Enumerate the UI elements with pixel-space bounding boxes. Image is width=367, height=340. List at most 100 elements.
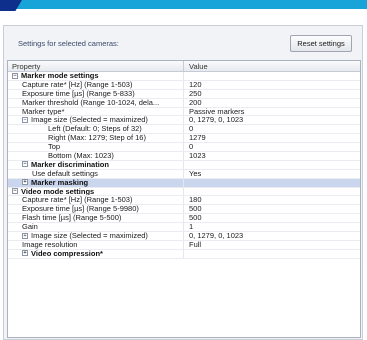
property-value[interactable]: 1279 — [184, 134, 360, 142]
property-row[interactable]: Marker type* Passive markers — [8, 107, 360, 117]
property-grid: Property Value − Marker mode settings Capt… — [7, 60, 361, 338]
panel-header: Settings for selected cameras: Reset set… — [4, 26, 362, 60]
category-row[interactable]: − Marker mode settings — [8, 72, 360, 81]
property-row[interactable]: Right (Max: 1279; Step of 16) 1279 — [8, 134, 360, 144]
property-label: Marker threshold (Range 10-1024, dela... — [22, 98, 160, 107]
property-label: Capture rate* [Hz] (Range 1-503) — [22, 196, 133, 205]
camera-settings-panel: Settings for selected cameras: Reset set… — [3, 25, 363, 340]
property-value[interactable]: 1023 — [184, 152, 360, 160]
property-cell: − Image size (Selected = maximized) — [8, 116, 184, 125]
collapse-icon[interactable]: − — [12, 72, 18, 79]
property-value — [184, 250, 360, 258]
property-label: Image size (Selected = maximized) — [31, 116, 148, 125]
property-row[interactable]: Use default settings Yes — [8, 169, 360, 179]
property-value[interactable]: 200 — [184, 99, 360, 107]
property-row[interactable]: Exposure time [µs] (Range 5-9980) 500 — [8, 205, 360, 215]
property-cell: Image resolution — [8, 240, 184, 249]
property-cell: Marker threshold (Range 10-1024, dela... — [8, 98, 184, 107]
property-value[interactable]: 1 — [184, 223, 360, 231]
property-label: Gain — [22, 223, 38, 232]
property-label: Marker mode settings — [21, 72, 99, 80]
property-row[interactable]: Capture rate* [Hz] (Range 1-503) 120 — [8, 80, 360, 90]
property-row[interactable]: Top 0 — [8, 143, 360, 153]
property-label: Bottom (Max: 1023) — [48, 152, 114, 160]
property-label: Marker discrimination — [31, 160, 109, 169]
expand-icon[interactable]: + — [22, 232, 28, 239]
property-value — [184, 161, 360, 169]
property-label: Right (Max: 1279; Step of 16) — [48, 134, 146, 143]
property-label: Image size (Selected = maximized) — [31, 232, 148, 240]
property-label: Left (Default: 0; Steps of 32) — [48, 125, 142, 134]
collapse-icon[interactable]: − — [12, 188, 18, 195]
property-row[interactable]: Flash time [µs] (Range 5-500) 500 — [8, 214, 360, 224]
property-cell: + Video compression* — [8, 249, 184, 258]
property-cell: − Video mode settings — [8, 187, 184, 196]
collapse-icon[interactable]: − — [22, 161, 28, 168]
property-row[interactable]: Bottom (Max: 1023) 1023 — [8, 152, 360, 161]
property-cell: Top — [8, 143, 184, 152]
property-label: Use default settings — [32, 169, 98, 178]
property-value[interactable]: 500 — [184, 214, 360, 222]
property-row[interactable]: − Image size (Selected = maximized) 0, 127… — [8, 116, 360, 126]
value-column-header[interactable]: Value — [184, 61, 360, 71]
property-value — [184, 178, 360, 187]
property-cell: Right (Max: 1279; Step of 16) — [8, 134, 184, 143]
property-label: Video compression* — [31, 249, 103, 258]
category-row[interactable]: − Marker discrimination — [8, 160, 360, 170]
property-row[interactable]: Marker threshold (Range 10-1024, dela...… — [8, 98, 360, 108]
property-value[interactable]: 0 — [184, 143, 360, 151]
property-label: Video mode settings — [21, 187, 95, 196]
property-cell: Bottom (Max: 1023) — [8, 152, 184, 160]
property-cell: Marker type* — [8, 107, 184, 116]
property-label: Flash time [µs] (Range 5-500) — [22, 214, 122, 223]
property-value[interactable]: Full — [184, 241, 360, 249]
property-label: Marker masking — [31, 178, 89, 187]
property-cell: Exposure time [µs] (Range 5-833) — [8, 89, 184, 98]
property-label: Top — [48, 143, 61, 152]
property-row[interactable]: Capture rate* [Hz] (Range 1-503) 180 — [8, 196, 360, 206]
property-cell: + Image size (Selected = maximized) — [8, 232, 184, 240]
property-value[interactable]: 500 — [184, 205, 360, 213]
property-row[interactable]: Gain 1 — [8, 223, 360, 233]
category-row[interactable]: − Video mode settings — [8, 187, 360, 197]
property-label: Image resolution — [22, 240, 78, 249]
property-value — [184, 188, 360, 196]
property-cell: Use default settings — [8, 169, 184, 178]
property-column-header[interactable]: Property — [8, 61, 184, 71]
property-label: Marker type* — [22, 107, 65, 116]
property-value[interactable]: 250 — [184, 90, 360, 98]
property-value[interactable]: Passive markers — [184, 108, 360, 116]
property-cell: + Marker masking — [8, 178, 184, 187]
property-label: Capture rate* [Hz] (Range 1-503) — [22, 80, 133, 89]
property-cell: Exposure time [µs] (Range 5-9980) — [8, 205, 184, 214]
category-row[interactable]: + Marker masking — [8, 178, 360, 188]
tab-accent — [0, 0, 22, 11]
grid-header: Property Value — [8, 61, 360, 72]
property-cell: Capture rate* [Hz] (Range 1-503) — [8, 80, 184, 89]
reset-settings-button[interactable]: Reset settings — [290, 35, 352, 52]
expand-icon[interactable]: + — [22, 179, 28, 186]
property-value[interactable]: Yes — [184, 170, 360, 178]
property-row[interactable]: + Image size (Selected = maximized) 0, 127… — [8, 232, 360, 241]
window-top-bar — [0, 0, 367, 11]
collapse-icon[interactable]: − — [22, 116, 28, 123]
property-cell: Flash time [µs] (Range 5-500) — [8, 214, 184, 223]
property-cell: − Marker discrimination — [8, 160, 184, 169]
property-value[interactable]: 0, 1279, 0, 1023 — [184, 116, 360, 124]
property-row[interactable]: Exposure time [µs] (Range 5-833) 250 — [8, 89, 360, 99]
property-value[interactable]: 180 — [184, 196, 360, 204]
property-value[interactable]: 120 — [184, 81, 360, 89]
property-row[interactable]: Left (Default: 0; Steps of 32) 0 — [8, 125, 360, 135]
property-rows: − Marker mode settings Capture rate* [Hz] … — [8, 72, 360, 259]
property-cell: Gain — [8, 223, 184, 232]
expand-icon[interactable]: + — [22, 250, 28, 257]
category-row[interactable]: + Video compression* — [8, 249, 360, 259]
property-value[interactable]: 0, 1279, 0, 1023 — [184, 232, 360, 240]
property-cell: Capture rate* [Hz] (Range 1-503) — [8, 196, 184, 205]
property-cell: Left (Default: 0; Steps of 32) — [8, 125, 184, 134]
panel-title: Settings for selected cameras: — [18, 39, 119, 48]
property-value — [184, 72, 360, 80]
property-value[interactable]: 0 — [184, 125, 360, 133]
property-row[interactable]: Image resolution Full — [8, 240, 360, 250]
property-cell: − Marker mode settings — [8, 72, 184, 80]
